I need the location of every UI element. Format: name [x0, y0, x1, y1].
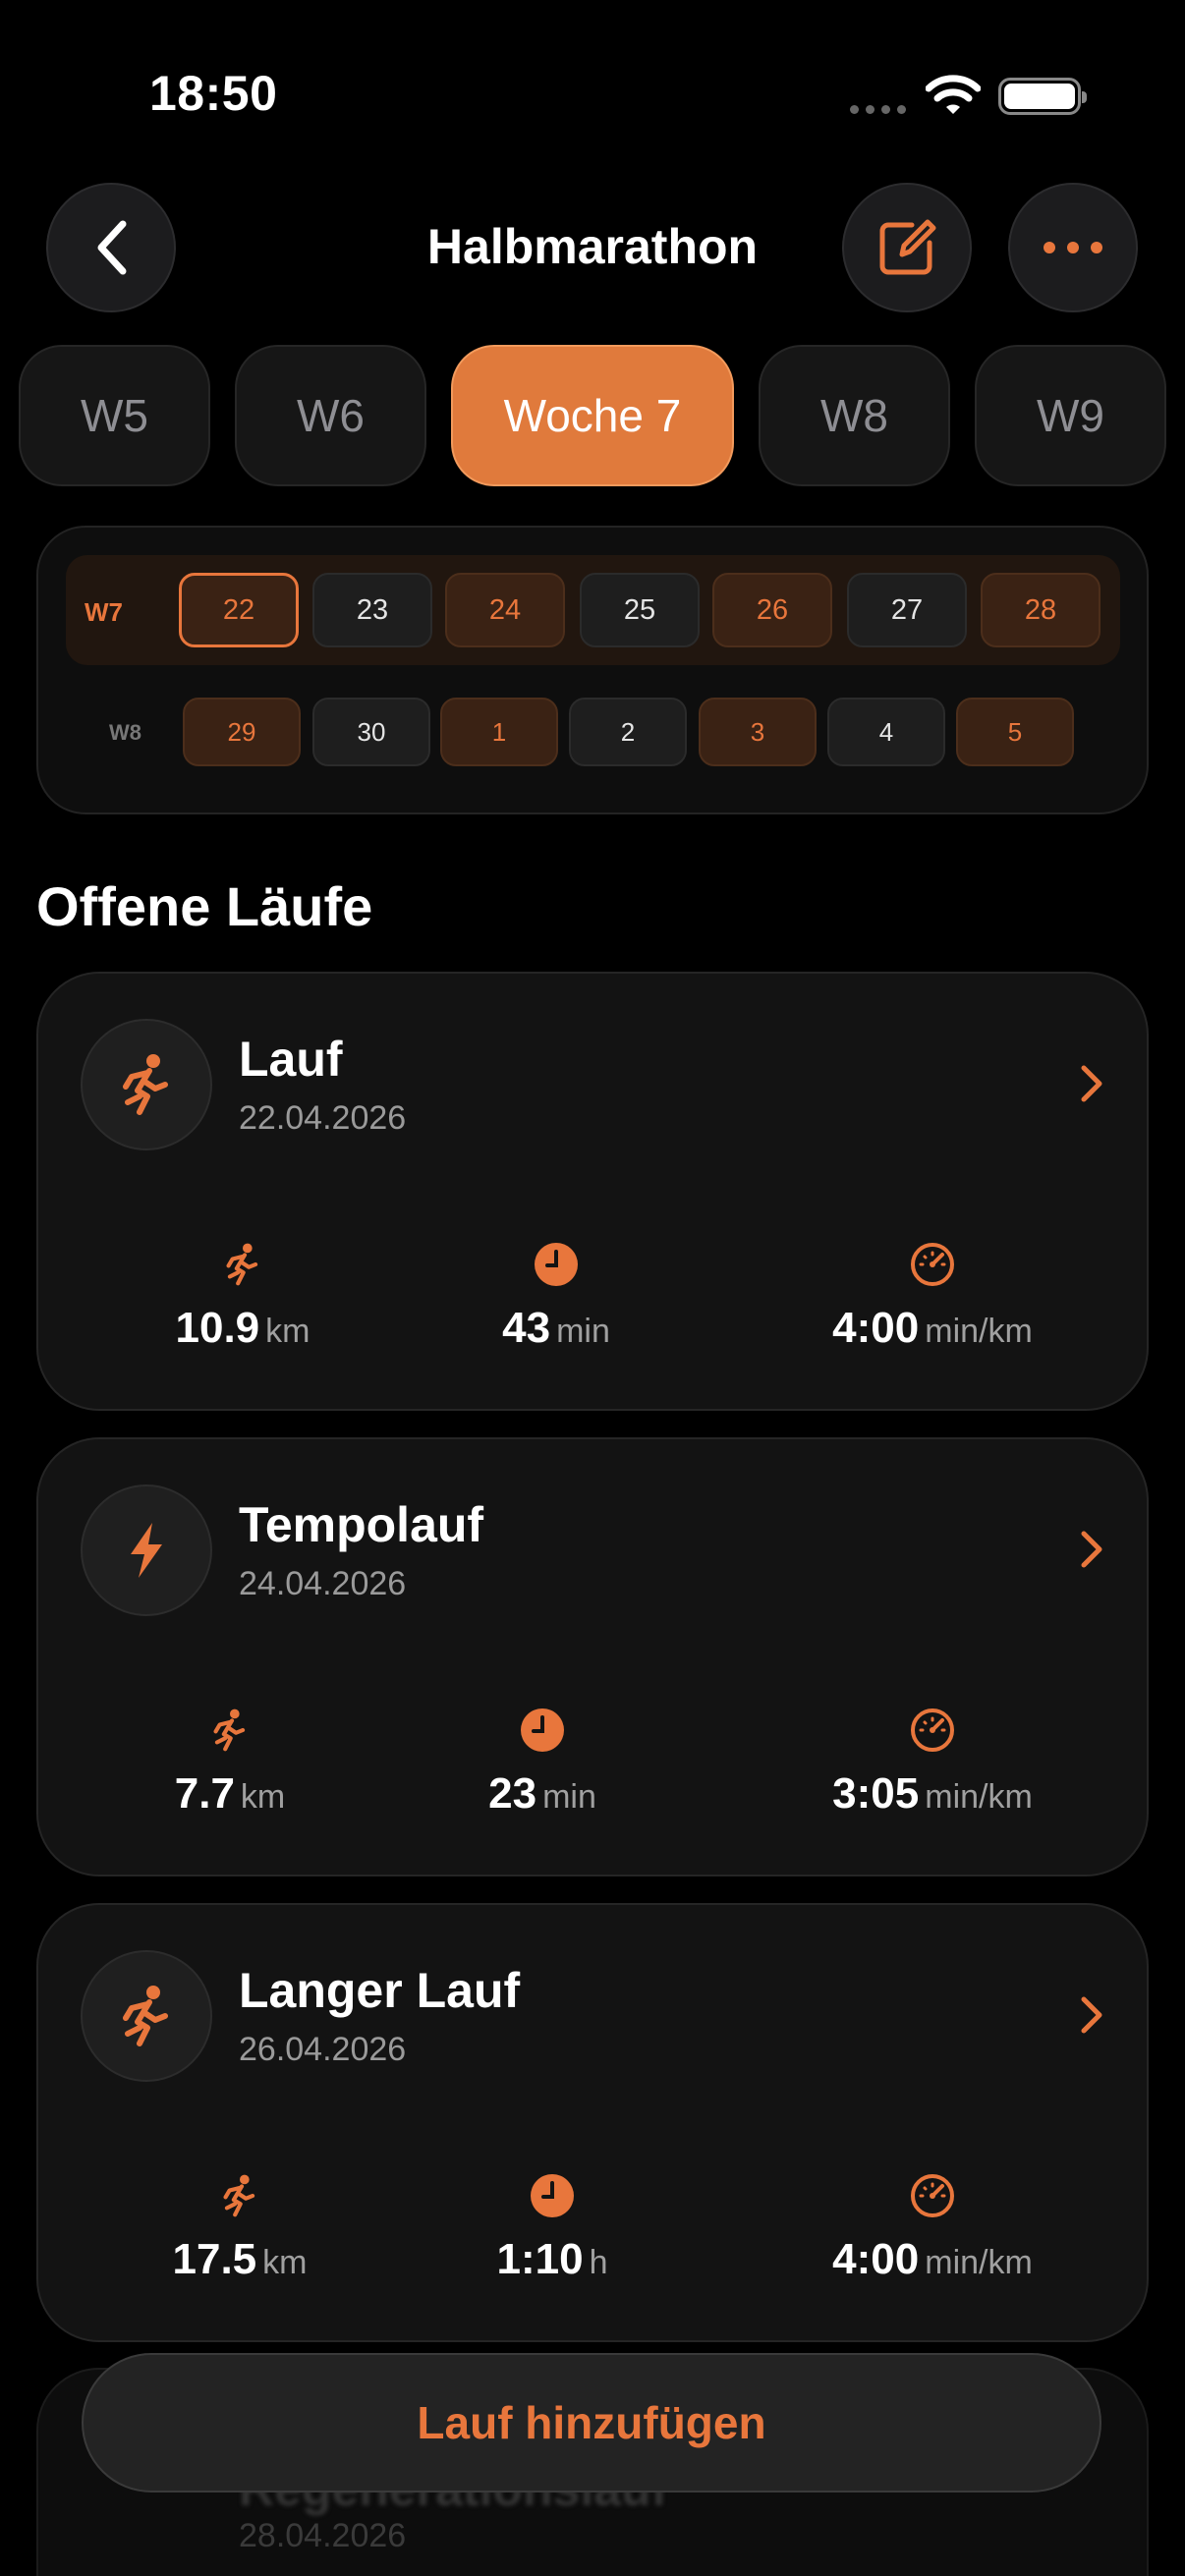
day-cell[interactable]: 2 [569, 698, 687, 766]
pace-value: 4:00 [832, 2235, 920, 2283]
duration-value: 1:10 [496, 2235, 584, 2283]
run-card[interactable]: Tempolauf 24.04.2026 7.7 km 23 min 3:05 min… [36, 1437, 1149, 1876]
week-label-w7: W7 [85, 597, 123, 627]
runner-icon [81, 1950, 212, 2082]
duration-metric: 1:10 h [439, 2170, 665, 2284]
day-cell[interactable]: 30 [312, 698, 430, 766]
day-cell[interactable]: 3 [699, 698, 817, 766]
edit-button[interactable] [842, 183, 972, 312]
day-cell[interactable]: 4 [827, 698, 945, 766]
speedometer-icon [911, 2174, 954, 2217]
section-title: Offene Läufe [36, 875, 373, 937]
run-title: Lauf [239, 1032, 343, 1087]
run-title: Tempolauf [239, 1497, 484, 1552]
distance-value: 10.9 [175, 1304, 260, 1352]
day-cell[interactable]: 26 [712, 573, 832, 647]
distance-metric: 7.7 km [117, 1705, 343, 1819]
runner-icon [223, 2174, 255, 2217]
tab-woche-7[interactable]: Woche 7 [451, 345, 734, 486]
tab-w5[interactable]: W5 [19, 345, 210, 486]
run-card[interactable]: Langer Lauf 26.04.2026 17.5 km 1:10 h 4:00… [36, 1903, 1149, 2342]
duration-value: 23 [488, 1769, 537, 1818]
pace-metric: 4:00 min/km [805, 2170, 1060, 2284]
signal-icon [850, 105, 906, 114]
run-card[interactable]: Lauf 22.04.2026 10.9 km 43 min 4:00 min/km [36, 972, 1149, 1411]
runner-icon [213, 1708, 246, 1752]
day-cell[interactable]: 28 [981, 573, 1100, 647]
speedometer-icon [911, 1708, 954, 1752]
tab-w8[interactable]: W8 [759, 345, 950, 486]
runner-icon [81, 1019, 212, 1150]
pace-value: 3:05 [832, 1769, 920, 1818]
wifi-icon [926, 75, 981, 114]
bolt-icon [81, 1484, 212, 1616]
run-title: Langer Lauf [239, 1963, 521, 2018]
tab-w9[interactable]: W9 [975, 345, 1166, 486]
pace-value: 4:00 [832, 1304, 920, 1352]
run-date: 28.04.2026 [239, 2517, 407, 2554]
pace-unit: min/km [925, 1313, 1033, 1350]
pace-unit: min/km [925, 2244, 1033, 2281]
day-cell[interactable]: 22 [179, 573, 299, 647]
day-cell[interactable]: 5 [956, 698, 1074, 766]
day-cell[interactable]: 1 [440, 698, 558, 766]
day-cell[interactable]: 29 [183, 698, 301, 766]
runner-icon [226, 1243, 258, 1286]
duration-metric: 43 min [443, 1239, 669, 1353]
speedometer-icon [911, 1243, 954, 1286]
add-run-button[interactable]: Lauf hinzufügen [82, 2353, 1101, 2492]
distance-value: 17.5 [172, 2235, 257, 2283]
pace-unit: min/km [925, 1778, 1033, 1816]
more-button[interactable] [1008, 183, 1138, 312]
more-icon [1044, 242, 1102, 253]
battery-icon [998, 78, 1087, 115]
status-time: 18:50 [149, 66, 278, 121]
day-cell[interactable]: 25 [580, 573, 700, 647]
distance-unit: km [265, 1313, 310, 1350]
distance-value: 7.7 [174, 1769, 235, 1818]
edit-icon [879, 219, 936, 275]
tab-w6[interactable]: W6 [235, 345, 426, 486]
run-date: 26.04.2026 [239, 2031, 407, 2068]
day-cell[interactable]: 27 [847, 573, 967, 647]
distance-metric: 17.5 km [127, 2170, 353, 2284]
run-date: 24.04.2026 [239, 1565, 407, 1602]
duration-value: 43 [502, 1304, 551, 1352]
duration-metric: 23 min [429, 1705, 655, 1819]
chevron-right-icon [1081, 1531, 1102, 1568]
week-calendar: W7 22 23 24 25 26 27 28 W8 29 30 1 2 3 4… [36, 526, 1149, 814]
day-cell[interactable]: 24 [445, 573, 565, 647]
duration-unit: min [542, 1778, 596, 1816]
week-label-w8: W8 [109, 720, 141, 745]
day-cell[interactable]: 23 [312, 573, 432, 647]
distance-metric: 10.9 km [130, 1239, 356, 1353]
run-date: 22.04.2026 [239, 1099, 407, 1137]
distance-unit: km [240, 1778, 286, 1816]
clock-icon [535, 1243, 578, 1286]
pace-metric: 3:05 min/km [805, 1705, 1060, 1819]
duration-unit: min [556, 1313, 610, 1350]
distance-unit: km [262, 2244, 308, 2281]
pace-metric: 4:00 min/km [805, 1239, 1060, 1353]
clock-icon [531, 2174, 574, 2217]
chevron-right-icon [1081, 1065, 1102, 1102]
duration-unit: h [589, 2244, 608, 2281]
chevron-right-icon [1081, 1996, 1102, 2034]
clock-icon [521, 1708, 564, 1752]
